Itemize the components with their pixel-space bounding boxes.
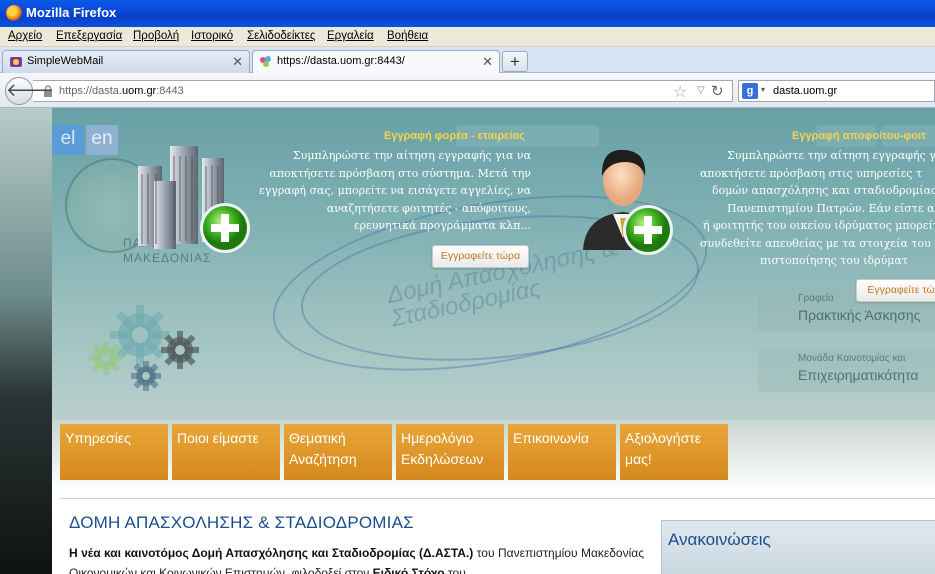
address-bar[interactable]: https://dasta.uom.gr:8443 ☆ ▽ ↻	[33, 80, 733, 102]
search-bar[interactable]: g ▾ dasta.uom.gr	[738, 80, 935, 102]
nav-thematic-search[interactable]: Θεματική Αναζήτηση	[284, 424, 392, 480]
tab-simplewebmail[interactable]: SimpleWebMail ✕	[2, 50, 250, 73]
menu-edit[interactable]: Επεξεργασία	[56, 30, 122, 42]
org-register-title: Εγγραφή φορέα - εταιρείας	[384, 130, 525, 142]
back-button[interactable]: 🡐	[5, 77, 54, 105]
firefox-logo-icon	[6, 5, 22, 21]
navigation-toolbar: https://dasta.uom.gr:8443 ☆ ▽ ↻ 🡐 g ▾ da…	[0, 73, 935, 108]
nav-rate-us[interactable]: Αξιολογήστε μας!	[620, 424, 728, 480]
web-page: Δομή Απασχόλησης & Σταδιοδρομίας el en Π…	[0, 108, 935, 574]
graduate-register-button[interactable]: Εγγραφείτε τώ	[856, 279, 935, 302]
tab-close-icon[interactable]: ✕	[232, 54, 243, 70]
tab-strip: SimpleWebMail ✕ https://dasta.uom.gr:844…	[0, 47, 935, 73]
nav-about[interactable]: Ποιοι είμαστε	[172, 424, 280, 480]
menu-history[interactable]: Ιστορικό	[191, 30, 233, 42]
company-buildings-icon	[138, 146, 250, 253]
reload-icon[interactable]: ↻	[711, 82, 724, 100]
new-tab-button[interactable]: +	[502, 51, 528, 72]
menu-help[interactable]: Βοήθεια	[387, 30, 428, 42]
announcements-title: Ανακοινώσεις	[668, 530, 771, 549]
tab-label: https://dasta.uom.gr:8443/	[277, 55, 405, 67]
search-query: dasta.uom.gr	[773, 85, 838, 97]
menu-tools[interactable]: Εργαλεία	[327, 30, 374, 42]
tab-label: SimpleWebMail	[27, 55, 104, 67]
nav-services[interactable]: Υπηρεσίες	[60, 424, 168, 480]
window-titlebar: Mozilla Firefox	[0, 0, 935, 27]
org-register-text: Συμπληρώστε την αίτηση εγγραφής για να α…	[258, 149, 531, 232]
graduate-register-title: Εγγραφή αποφοίτου-φοιτ	[792, 130, 926, 142]
nav-events-calendar[interactable]: Ημερολόγιο Εκδηλώσεων	[396, 424, 504, 480]
google-search-engine-icon[interactable]: g	[742, 83, 758, 99]
tab-close-icon[interactable]: ✕	[482, 54, 493, 70]
search-engine-dropdown-icon[interactable]: ▾	[761, 85, 765, 94]
mail-favicon-icon	[10, 57, 22, 67]
intro-paragraph: Η νέα και καινοτόμος Δομή Απασχόλησης κα…	[69, 546, 644, 574]
lang-el-button[interactable]: el	[52, 125, 84, 155]
graduate-register-text: Συμπληρώστε την αίτηση εγγραφής για αποκ…	[700, 149, 935, 267]
address-url: https://dasta.uom.gr:8443	[59, 85, 184, 97]
gear-icon	[131, 361, 161, 391]
bookmark-star-icon[interactable]: ☆	[673, 82, 687, 102]
site-favicon-icon	[260, 56, 271, 67]
history-dropdown-icon[interactable]: ▽	[697, 85, 705, 96]
menu-file[interactable]: Αρχείο	[8, 30, 42, 42]
tab-dasta[interactable]: https://dasta.uom.gr:8443/ ✕	[252, 50, 500, 73]
side-box-innovation[interactable]: Μονάδα Καινοτομίας και Επιχειρηματικότητ…	[758, 348, 935, 392]
nav-contact[interactable]: Επικοινωνία	[508, 424, 616, 480]
lang-en-button[interactable]: en	[86, 125, 118, 155]
section-title: ΔΟΜΗ ΑΠΑΣΧΟΛΗΣΗΣ & ΣΤΑΔΙΟΔΡΟΜΙΑΣ	[69, 513, 414, 532]
gear-icon	[161, 331, 199, 369]
announcements-panel: Ανακοινώσεις	[661, 520, 935, 574]
graduate-person-icon	[583, 149, 673, 255]
menu-bar: Αρχείο Επεξεργασία Προβολή Ιστορικό Σελι…	[0, 27, 935, 47]
org-register-button[interactable]: Εγγραφείτε τώρα	[432, 245, 529, 268]
content-divider	[60, 498, 935, 499]
gear-icon	[89, 341, 123, 375]
menu-view[interactable]: Προβολή	[133, 30, 179, 42]
window-title: Mozilla Firefox	[26, 5, 117, 20]
menu-bookmarks[interactable]: Σελιδοδείκτες	[247, 30, 315, 42]
left-background-strip	[0, 108, 52, 574]
